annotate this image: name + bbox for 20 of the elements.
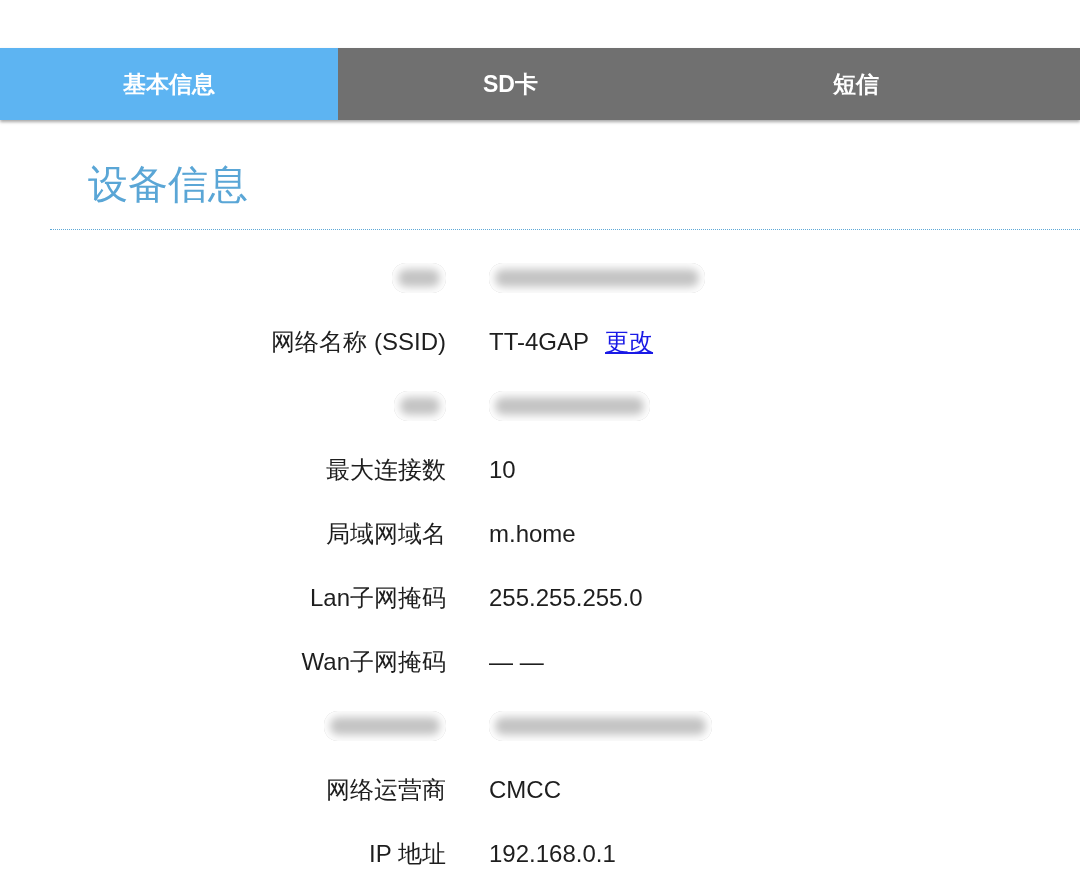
field-value: 192.168.0.1 (489, 840, 616, 868)
field-value: CMCC (489, 776, 561, 804)
field-label: 局域网域名 (326, 519, 446, 549)
field-label: Wan子网掩码 (301, 647, 446, 677)
field-value: TT-4GAP (489, 328, 590, 356)
tab[interactable]: SD卡 (338, 48, 683, 120)
field-label: 最大连接数 (326, 455, 446, 485)
field-value: 10 (489, 456, 516, 484)
field-label: Lan子网掩码 (309, 583, 446, 613)
change-link[interactable]: 更改 (605, 326, 654, 358)
field-label: 网络名称 (SSID) (271, 327, 446, 357)
field-value: 255.255.255.0 (489, 584, 643, 612)
redacted-label (392, 263, 446, 293)
field-label: 网络运营商 (326, 775, 446, 805)
tab[interactable]: 短信 (683, 48, 1028, 120)
field-label: IP 地址 (369, 839, 446, 869)
redacted-label (394, 391, 446, 421)
section-title: 设备信息 (88, 161, 248, 208)
field-value: m.home (489, 520, 576, 548)
field-value: — — (489, 648, 544, 676)
